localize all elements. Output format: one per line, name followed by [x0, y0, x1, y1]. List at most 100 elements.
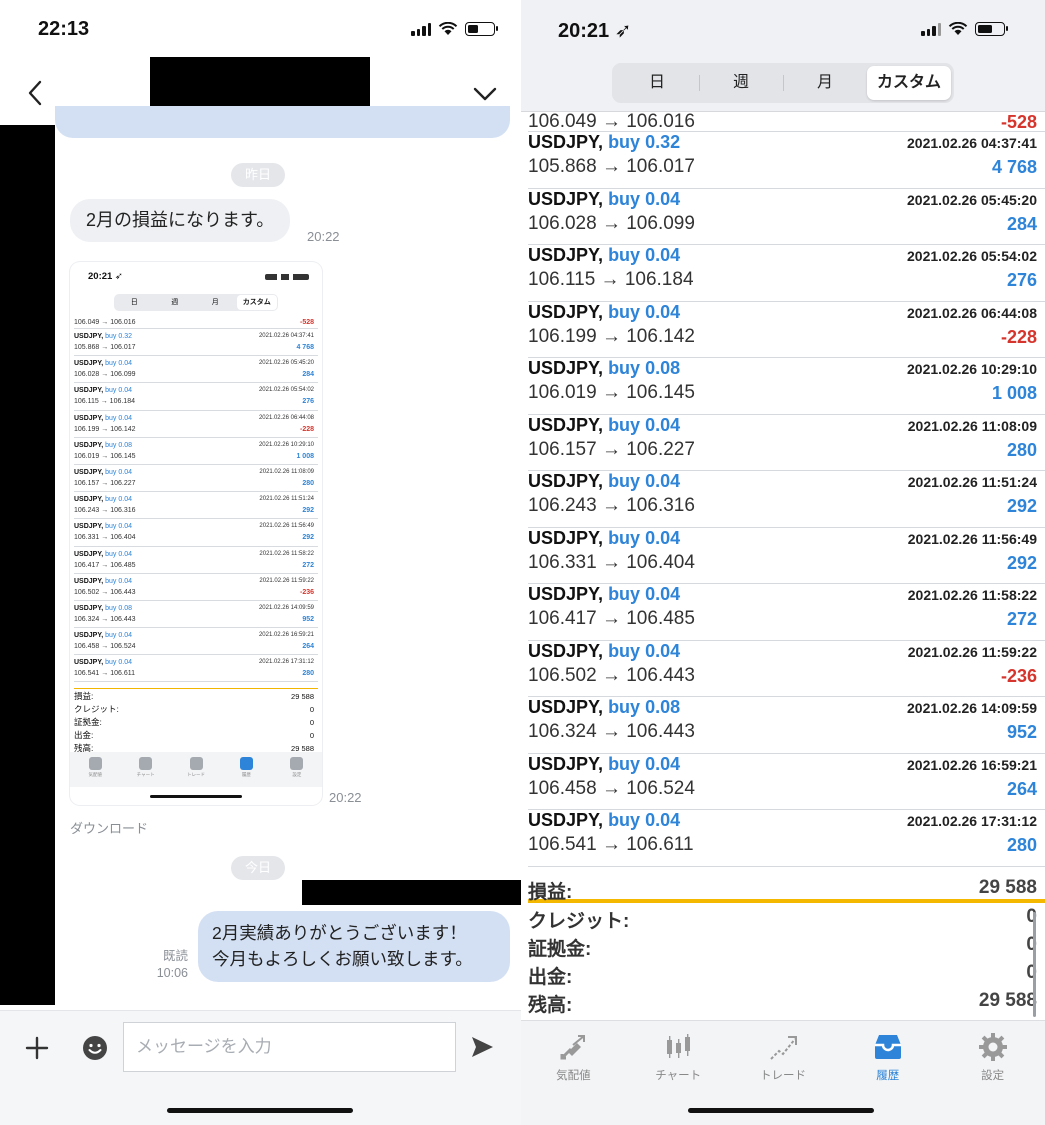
- thumb-trade-symbol: USDJPY, buy 0.04: [74, 414, 132, 423]
- status-icons: [411, 22, 498, 36]
- thumb-trade-profit: 280: [302, 670, 314, 678]
- thumb-tab-item: 設定: [272, 752, 322, 787]
- tab-settings[interactable]: 設定: [940, 1021, 1045, 1125]
- tab-day[interactable]: 日: [615, 66, 699, 100]
- trade-symbol: USDJPY, buy 0.04: [528, 585, 680, 603]
- summary-value: 29 588: [978, 990, 1037, 1011]
- tab-label: チャート: [655, 1070, 702, 1082]
- trade-row[interactable]: USDJPY, buy 0.32 2021.02.26 04:37:41 105.8…: [528, 132, 1045, 189]
- outgoing-message[interactable]: 2月実績ありがとうございます！ 今月もよろしくお願い致します。: [198, 911, 510, 982]
- thumb-tab-label: チャート: [136, 772, 155, 777]
- trade-row[interactable]: USDJPY, buy 0.04 2021.02.26 06:44:08 106.1…: [528, 302, 1045, 358]
- period-tabs: 日 週 月 カスタム: [612, 63, 954, 103]
- trade-row[interactable]: USDJPY, buy 0.08 2021.02.26 10:29:10 106.0…: [528, 358, 1045, 415]
- trade-symbol: USDJPY, buy 0.04: [528, 303, 680, 321]
- tab-week[interactable]: 週: [699, 66, 783, 100]
- summary-label: 残高:: [528, 995, 573, 1016]
- shared-screenshot-image[interactable]: 20:21 ➶ 日 週 月 カスタム 106.049 → 106.016 -52…: [70, 262, 322, 805]
- thumb-trade-price: 106.019 → 106.145: [74, 452, 136, 460]
- thumb-trade-date: 2021.02.26 14:09:59: [258, 604, 314, 611]
- trade-row[interactable]: USDJPY, buy 0.04 2021.02.26 11:08:09 106.1…: [528, 414, 1045, 471]
- thumb-summary-label: 損益:: [74, 691, 94, 701]
- trade-row[interactable]: USDJPY, buy 0.04 2021.02.26 11:56:49 106.3…: [528, 528, 1045, 584]
- trade-side: buy 0.04: [608, 301, 681, 322]
- thumb-symbol-text: USDJPY,: [74, 414, 104, 422]
- thumb-trade-price: 106.502 → 106.443: [74, 588, 136, 596]
- trade-profit: -236: [1000, 665, 1037, 686]
- redacted-contact-name: [150, 57, 370, 111]
- thumb-period-tabs: 日 週 月 カスタム: [114, 294, 278, 311]
- trade-row[interactable]: USDJPY, buy 0.04 2021.02.26 17:31:12 106.5…: [528, 810, 1045, 867]
- thumb-trade-price: 106.324 → 106.443: [74, 615, 136, 623]
- message-input[interactable]: メッセージを入力: [123, 1022, 456, 1072]
- trade-side: buy 0.04: [608, 414, 681, 435]
- download-link[interactable]: ダウンロード: [70, 818, 148, 837]
- summary-label: 損益:: [528, 882, 573, 903]
- trade-row[interactable]: USDJPY, buy 0.04 2021.02.26 11:59:22 106.5…: [528, 641, 1045, 697]
- back-chevron-icon[interactable]: [22, 78, 48, 108]
- trade-row[interactable]: USDJPY, buy 0.04 2021.02.26 05:45:20 106.0…: [528, 189, 1045, 245]
- thumb-trade-side: buy 0.04: [105, 632, 132, 640]
- thumb-trade-profit: -228: [299, 425, 314, 433]
- trade-profit: 264: [1006, 778, 1037, 799]
- thumb-trade-profit: 276: [302, 398, 314, 406]
- thumb-trade-date: 2021.02.26 17:31:12: [258, 659, 314, 666]
- summary-label: 出金:: [528, 967, 573, 988]
- thumb-status-icons: [265, 274, 309, 280]
- settings-icon: [978, 1033, 1007, 1061]
- trade-row[interactable]: USDJPY, buy 0.04 2021.02.26 05:54:02 106.1…: [528, 245, 1045, 302]
- tab-month[interactable]: 月: [783, 66, 867, 100]
- trade-row[interactable]: 106.049 → 106.016 -528: [528, 112, 1045, 132]
- thumb-trade-profit: -236: [299, 588, 314, 596]
- trade-date: 2021.02.26 05:54:02: [907, 248, 1037, 264]
- trade-row[interactable]: USDJPY, buy 0.08 2021.02.26 14:09:59 106.3…: [528, 697, 1045, 754]
- send-icon[interactable]: [469, 1034, 495, 1060]
- battery-icon: [465, 22, 498, 36]
- thumb-summary-row: 出金: 0: [74, 729, 318, 742]
- trade-list: 106.049 → 106.016 -528 USDJPY, buy 0.32 2…: [528, 112, 1045, 867]
- trade-row[interactable]: USDJPY, buy 0.04 2021.02.26 11:51:24 106.2…: [528, 471, 1045, 528]
- chevron-down-icon[interactable]: [470, 80, 500, 106]
- plus-icon[interactable]: [25, 1036, 49, 1060]
- trade-row[interactable]: USDJPY, buy 0.04 2021.02.26 16:59:21 106.4…: [528, 754, 1045, 810]
- message-line: 今月もよろしくお願い致します。: [212, 949, 473, 969]
- emoji-icon[interactable]: [82, 1035, 108, 1061]
- thumb-trade-row: USDJPY, buy 0.04 2021.02.26 16:59:21 106.4…: [74, 628, 318, 656]
- thumb-trade-price: 106.028 → 106.099: [74, 371, 136, 379]
- message-time: 20:22: [307, 229, 340, 244]
- trade-date: 2021.02.26 05:45:20: [907, 191, 1037, 208]
- summary-row: クレジット: 0: [528, 903, 1045, 932]
- thumb-trade-row: USDJPY, buy 0.08 2021.02.26 10:29:10 106.0…: [74, 438, 318, 465]
- trade-symbol: USDJPY, buy 0.04: [528, 811, 680, 829]
- trade-price: 106.115 → 106.184: [528, 269, 694, 290]
- summary-row: 出金: 0: [528, 959, 1045, 988]
- thumb-trade-profit: 1 008: [296, 452, 314, 460]
- trade-symbol: USDJPY, buy 0.04: [528, 190, 680, 208]
- trade-side: buy 0.04: [608, 188, 681, 209]
- thumb-tab-label: トレード: [187, 772, 206, 777]
- thumb-trade-side: buy 0.04: [105, 577, 132, 585]
- thumb-trade-list: 106.049 → 106.016 -528 USDJPY, buy 0.32 2…: [74, 316, 318, 683]
- thumb-trade-side: buy 0.08: [105, 441, 132, 449]
- scrollbar[interactable]: [1033, 912, 1036, 1017]
- chat-screen: 22:13 昨日 2月の損益になります。 20:22 20:21 ➶ 日 週 月…: [0, 0, 521, 1125]
- tab-custom[interactable]: カスタム: [867, 66, 951, 100]
- thumb-trade-profit: 284: [302, 371, 314, 379]
- thumb-symbol-text: USDJPY,: [74, 496, 104, 504]
- summary-label: 証拠金:: [528, 939, 592, 960]
- thumb-trade-date: 2021.02.26 11:59:22: [259, 577, 314, 584]
- trade-side: buy 0.08: [608, 697, 681, 717]
- trade-profit: 4 768: [991, 157, 1037, 177]
- trade-date: 2021.02.26 06:44:08: [907, 304, 1037, 321]
- thumb-trade-symbol: USDJPY, buy 0.08: [74, 604, 132, 613]
- message-time: 10:06: [156, 966, 188, 980]
- trade-row[interactable]: USDJPY, buy 0.04 2021.02.26 11:58:22 106.4…: [528, 584, 1045, 641]
- thumb-tab: 日: [130, 299, 138, 306]
- incoming-message[interactable]: 2月の損益になります。: [70, 199, 291, 242]
- tab-label: 履歴: [876, 1070, 900, 1082]
- thumb-symbol-text: USDJPY,: [74, 659, 104, 667]
- tab-quotes[interactable]: 気配値: [521, 1021, 626, 1125]
- trade-date: 2021.02.26 11:59:22: [907, 643, 1037, 660]
- summary-value: 29 588: [978, 877, 1037, 898]
- trade-profit: 292: [1006, 552, 1037, 573]
